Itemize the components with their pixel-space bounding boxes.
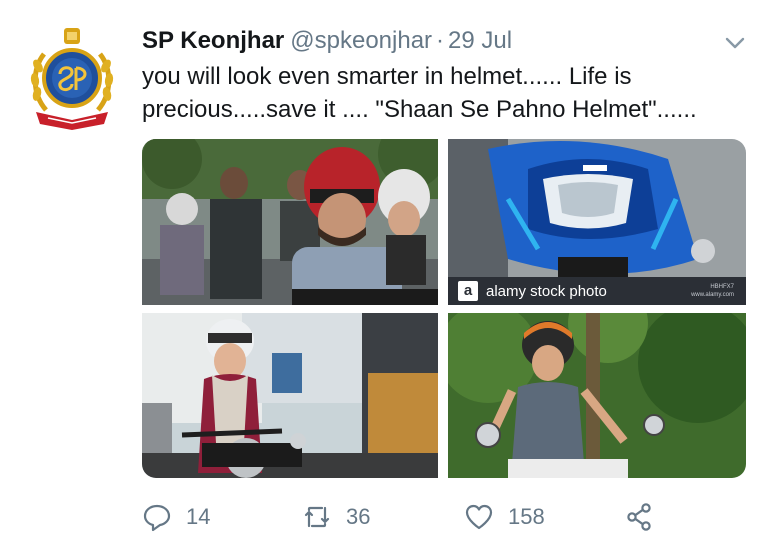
- watermark-meta: HBHFX7 www.alamy.com: [691, 283, 734, 299]
- like-count: 158: [508, 504, 545, 529]
- more-options-button[interactable]: [722, 30, 748, 56]
- helmet-rider-photo: [142, 139, 438, 305]
- retweet-count: 36: [346, 504, 371, 529]
- header-separator: ·: [436, 27, 445, 54]
- like-button[interactable]: 158: [464, 500, 545, 534]
- scooter-rider-photo: [448, 313, 746, 478]
- photo-4[interactable]: [448, 313, 746, 478]
- photo-2[interactable]: a alamy stock photo HBHFX7 www.alamy.com: [448, 139, 746, 305]
- heart-icon: [465, 504, 493, 530]
- retweet-icon: [304, 506, 330, 528]
- share-icon: [627, 503, 651, 531]
- user-handle[interactable]: @spkeonjhar: [290, 27, 432, 54]
- reply-button[interactable]: 14: [142, 500, 210, 534]
- photo-1[interactable]: [142, 139, 438, 305]
- tweet-actions: 14 36 158: [142, 500, 702, 534]
- woman-bike-photo: [142, 313, 438, 478]
- alamy-logo-icon: a: [458, 281, 478, 301]
- chevron-down-icon: [725, 37, 745, 49]
- share-button[interactable]: [624, 500, 654, 534]
- watermark-text: alamy stock photo: [486, 282, 607, 300]
- tweet-text: you will look even smarter in helmet....…: [142, 63, 697, 123]
- tweet-date[interactable]: 29 Jul: [448, 27, 512, 54]
- tweet-header: SP Keonjhar @spkeonjhar · 29 Jul: [142, 26, 512, 56]
- watermark-id: HBHFX7: [710, 284, 734, 290]
- reply-icon: [143, 504, 171, 532]
- watermark-bar: a alamy stock photo HBHFX7 www.alamy.com: [448, 277, 746, 305]
- watermark-site: www.alamy.com: [691, 292, 734, 298]
- tweet[interactable]: SP Keonjhar @spkeonjhar · 29 Jul you will l…: [0, 0, 768, 551]
- retweet-button[interactable]: 36: [302, 500, 370, 534]
- media-grid: a alamy stock photo HBHFX7 www.alamy.com: [142, 139, 746, 478]
- display-name[interactable]: SP Keonjhar: [142, 27, 284, 54]
- avatar[interactable]: [26, 24, 118, 134]
- reply-count: 14: [186, 504, 211, 529]
- photo-3[interactable]: [142, 313, 438, 478]
- police-emblem-icon: [30, 28, 114, 130]
